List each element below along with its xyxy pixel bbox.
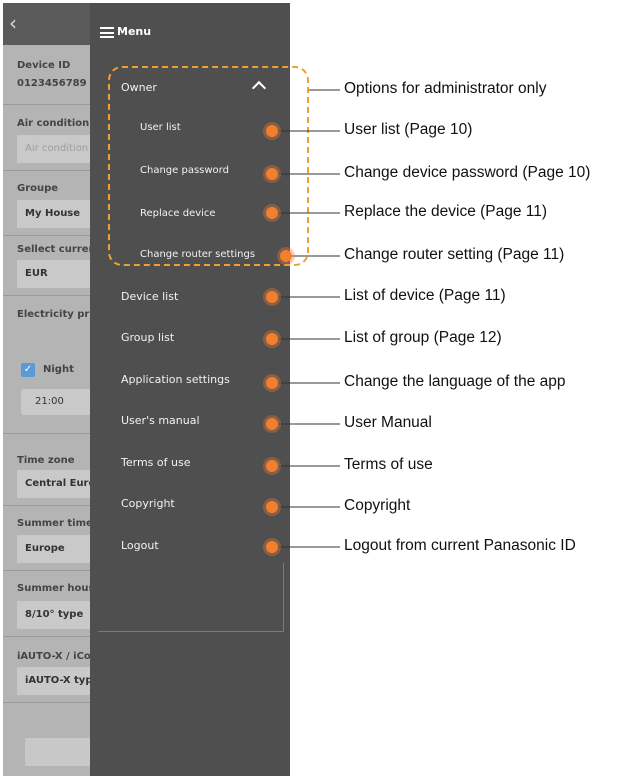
callout-dot-device-list bbox=[266, 291, 278, 303]
callout-replace-device: Replace the device (Page 11) bbox=[344, 203, 548, 220]
callout-dot-replace-device bbox=[266, 207, 278, 219]
callout-device-list: List of device (Page 11) bbox=[344, 287, 506, 304]
callout-logout: Logout from current Panasonic ID bbox=[344, 537, 576, 554]
callout-dot-copyright bbox=[266, 501, 278, 513]
callout-dot-terms bbox=[266, 460, 278, 472]
callout-app-language: Change the language of the app bbox=[344, 373, 566, 390]
callout-dot-change-password bbox=[266, 168, 278, 180]
callout-group-list: List of group (Page 12) bbox=[344, 329, 502, 346]
callout-dot-user-list bbox=[266, 125, 278, 137]
callout-router-setting: Change router setting (Page 11) bbox=[344, 246, 565, 263]
callout-user-list: User list (Page 10) bbox=[344, 121, 473, 138]
callout-admin-only: Options for administrator only bbox=[344, 80, 547, 97]
callout-dot-logout bbox=[266, 541, 278, 553]
callout-dot-manual bbox=[266, 418, 278, 430]
callout-dot-router bbox=[280, 250, 292, 262]
callout-user-manual: User Manual bbox=[344, 414, 432, 431]
callout-change-password: Change device password (Page 10) bbox=[344, 164, 591, 181]
callout-dot-app-settings bbox=[266, 377, 278, 389]
callout-dot-group-list bbox=[266, 333, 278, 345]
callout-copyright: Copyright bbox=[344, 497, 411, 514]
callout-terms-of-use: Terms of use bbox=[344, 456, 433, 473]
